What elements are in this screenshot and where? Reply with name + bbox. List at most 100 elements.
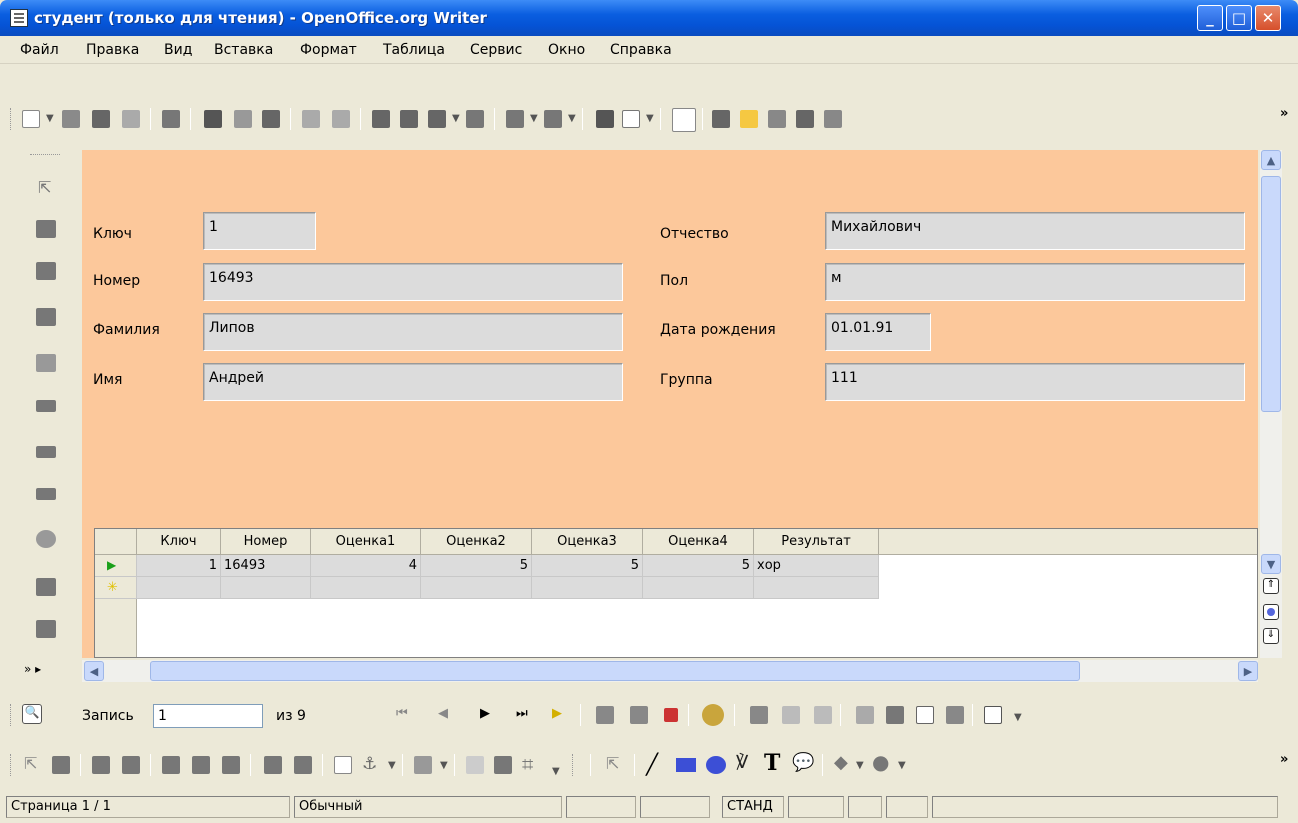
redo-dropdown-icon[interactable]: ▼ [568,113,576,124]
table-cell[interactable] [221,577,311,599]
paste-icon[interactable] [428,110,446,128]
grid-icon[interactable] [466,756,484,774]
anchor-icon[interactable]: ⚓ [362,754,377,774]
navigator-icon[interactable] [712,110,730,128]
shapes-dropdown-icon[interactable]: ▼ [856,760,864,771]
form-control-2-icon[interactable] [36,262,56,280]
table-cell[interactable]: 5 [421,555,532,577]
table-cell[interactable] [137,577,221,599]
horizontal-scrollbar[interactable]: ◀ ▶ [82,660,1258,682]
record-number-input[interactable]: 1 [153,704,263,728]
key-field[interactable]: 1 [203,212,316,250]
previous-record-icon[interactable]: ◀ [438,706,448,721]
data-sources-icon[interactable] [768,110,786,128]
close-button[interactable]: ✕ [1255,5,1281,31]
select-icon[interactable]: ⇱ [24,754,37,773]
vertical-scrollbar[interactable]: ▲ ▼ ⇑ ⇓ [1260,150,1282,658]
anchor-dropdown-icon[interactable]: ▼ [388,760,396,771]
zoom-icon[interactable] [824,110,842,128]
column-header[interactable]: Оценка2 [421,529,532,555]
hyperlink-mode-box[interactable] [788,796,844,818]
wrap-off-icon[interactable] [92,756,110,774]
table-cell[interactable]: 5 [643,555,754,577]
column-header[interactable]: Оценка1 [311,529,421,555]
menu-file[interactable]: Файл [20,42,59,58]
previous-page-icon[interactable]: ⇑ [1263,578,1279,594]
navigation-icon[interactable] [1263,604,1279,620]
menu-table[interactable]: Таблица [383,42,445,58]
form-control-5-icon[interactable] [36,400,56,412]
line-icon[interactable]: ╱ [646,752,658,776]
save-icon[interactable] [92,110,110,128]
column-header[interactable]: Номер [221,529,311,555]
table-grid[interactable]: Ключ Номер Оценка1 Оценка2 Оценка3 Оценк… [94,528,1258,658]
scroll-thumb[interactable] [1261,176,1281,412]
column-header[interactable]: Ключ [137,529,221,555]
column-header[interactable]: Оценка4 [643,529,754,555]
sort-ascending-icon[interactable] [782,706,800,724]
toolbar-grip[interactable] [10,754,13,776]
frame-properties-icon[interactable] [334,756,352,774]
cut-icon[interactable] [372,110,390,128]
new-record-icon[interactable]: ▶ [552,706,562,721]
form-control-3-icon[interactable] [36,308,56,326]
undo-icon[interactable] [506,110,524,128]
sort-icon[interactable] [750,706,768,724]
copy-icon[interactable] [400,110,418,128]
wrap-through-icon[interactable] [222,756,240,774]
save-record-icon[interactable] [596,706,614,724]
form-control-8-icon[interactable] [36,530,56,548]
open-icon[interactable] [62,110,80,128]
selection-mode[interactable]: СТАНД [722,796,784,818]
new-dropdown-icon[interactable]: ▼ [46,113,54,124]
data-source-as-table-icon[interactable] [984,706,1002,724]
align-icon[interactable] [414,756,432,774]
frame-lines-icon[interactable]: ⌗ [522,752,533,776]
callouts-icon[interactable]: 💬 [792,752,814,773]
wrap-left-icon[interactable] [162,756,180,774]
table-cell[interactable] [421,577,532,599]
search-icon[interactable]: 🔍 [22,704,42,724]
in-background-icon[interactable] [264,756,282,774]
frame-icon[interactable] [52,756,70,774]
hyperlink-icon[interactable] [596,110,614,128]
scroll-right-icon[interactable]: ▶ [1238,661,1258,681]
toolbar-more-icon[interactable]: ▼ [552,766,560,777]
basic-shapes-icon[interactable]: ◆ [834,752,848,773]
toolbar-more-icon[interactable]: ▼ [1014,712,1022,723]
in-foreground-icon[interactable] [294,756,312,774]
nonprinting-characters-icon[interactable] [796,110,814,128]
table-cell[interactable] [754,577,879,599]
toolbar-grip[interactable] [572,754,575,776]
last-record-icon[interactable]: ⏭ [516,706,528,721]
table-cell[interactable]: 5 [532,555,643,577]
table-cell[interactable] [532,577,643,599]
birthdate-field[interactable]: 01.01.91 [825,313,931,351]
name-field[interactable]: Андрей [203,363,623,401]
table-cell[interactable]: 4 [311,555,421,577]
rectangle-icon[interactable] [676,758,696,772]
text-icon[interactable]: T [764,750,780,776]
group-field[interactable]: 111 [825,363,1245,401]
first-record-icon[interactable]: ⏮ [396,706,408,721]
edit-file-icon[interactable] [162,110,180,128]
scroll-down-icon[interactable]: ▼ [1261,554,1281,574]
reset-filter-icon[interactable] [946,706,964,724]
next-page-icon[interactable]: ⇓ [1263,628,1279,644]
print-preview-icon[interactable] [262,110,280,128]
form-control-7-icon[interactable] [36,488,56,500]
current-row-indicator-icon[interactable]: ▶ [95,555,137,577]
menu-edit[interactable]: Правка [86,42,139,58]
symbol-shapes-icon[interactable]: ● [872,750,889,774]
menu-format[interactable]: Формат [300,42,357,58]
form-control-1-icon[interactable] [36,220,56,238]
page-style[interactable]: Обычный [294,796,562,818]
autofilter-icon[interactable] [856,706,874,724]
surname-field[interactable]: Липов [203,313,623,351]
spellcheck-icon[interactable] [302,110,320,128]
symbols-dropdown-icon[interactable]: ▼ [898,760,906,771]
gender-field[interactable]: м [825,263,1245,301]
form-filter-icon[interactable] [916,706,934,724]
menu-help[interactable]: Справка [610,42,672,58]
menu-tools[interactable]: Сервис [470,42,522,58]
